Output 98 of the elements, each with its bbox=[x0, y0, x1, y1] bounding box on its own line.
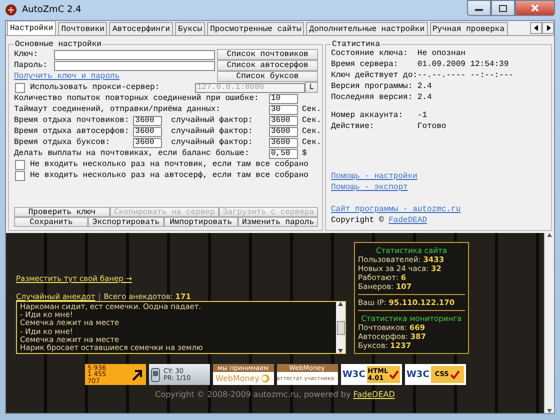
scrollbar[interactable] bbox=[336, 302, 345, 353]
list-button[interactable]: Список автосерфов bbox=[217, 60, 318, 71]
author-link[interactable]: FadeDEAD bbox=[353, 390, 395, 399]
scroll-up-icon bbox=[547, 233, 552, 237]
copyright-text: Copyright © 2008-2009 autozmc.ru, powered by FadeDEAD bbox=[154, 390, 396, 399]
random-factor-field[interactable]: 3600 bbox=[269, 116, 298, 126]
close-button[interactable] bbox=[515, 0, 555, 16]
rest-time-field[interactable]: 3600 bbox=[133, 138, 162, 148]
checkbox-label: Не входить несколько раз на почтовик, если там все собрано bbox=[30, 160, 308, 169]
random-factor-field[interactable]: 3600 bbox=[269, 138, 298, 148]
check-icon bbox=[389, 370, 400, 379]
copyright-text: Copyright © FadeDEAD bbox=[331, 216, 428, 227]
author-link[interactable]: FadeDEAD bbox=[388, 216, 428, 225]
stat-label: Состояние ключа: bbox=[331, 49, 409, 60]
rest-time-field[interactable]: 3600 bbox=[133, 116, 162, 126]
site-link[interactable]: Сайт программы - autozmc.ru bbox=[331, 205, 461, 216]
arrow-icon bbox=[130, 368, 142, 380]
unit-label: Сек. bbox=[302, 127, 318, 136]
scroll-thumb[interactable] bbox=[336, 320, 344, 334]
rest-time-field[interactable]: 3600 bbox=[133, 126, 162, 136]
stat-label: Ключ действует до: bbox=[331, 71, 418, 82]
stat-value: 2.4 bbox=[417, 93, 432, 104]
list-button[interactable]: Список буксов bbox=[217, 71, 318, 82]
field-label: случайный фактор: bbox=[171, 138, 254, 147]
unit-label: Сек. bbox=[302, 116, 318, 125]
field-label: случайный фактор: bbox=[171, 116, 254, 125]
payout-field[interactable]: 0,50 bbox=[269, 148, 298, 158]
action-button[interactable]: Импортировать bbox=[164, 217, 238, 227]
field-label: Время отдыха почтовиков: bbox=[14, 116, 130, 125]
field-label: Ключ: bbox=[14, 50, 40, 59]
field-label: Количество попыток повторных соединений при ошибке: bbox=[14, 94, 259, 103]
field-label: Делать выплаты на почтовиках, если баланс больше: bbox=[14, 149, 250, 158]
action-button[interactable]: Изменить пароль bbox=[238, 217, 318, 227]
proxy-button[interactable]: L bbox=[305, 82, 318, 93]
unit-label: Сек. bbox=[302, 105, 318, 114]
stat-value: Готово bbox=[417, 122, 446, 133]
retries-field[interactable]: 10 bbox=[269, 94, 298, 104]
device-icon bbox=[150, 368, 160, 382]
badge-text: W3C bbox=[406, 370, 430, 380]
checkbox-label: Не входить несколько раз на автосерф, если там все собрано bbox=[30, 171, 308, 180]
checkbox[interactable] bbox=[15, 160, 25, 170]
random-factor-field[interactable]: 3600 bbox=[269, 126, 298, 136]
key-field[interactable] bbox=[54, 50, 215, 60]
badge-text: W3C bbox=[342, 370, 366, 380]
scroll-down-icon bbox=[547, 409, 552, 413]
stat-value: Не опознан bbox=[417, 49, 466, 60]
field-label: случайный фактор: bbox=[171, 127, 254, 136]
maximize-button[interactable] bbox=[491, 0, 515, 16]
stat-label: Действие: bbox=[331, 122, 376, 133]
scroll-down-icon bbox=[338, 349, 343, 353]
timeout-field[interactable]: 30 bbox=[269, 104, 298, 114]
unit-label: Сек. bbox=[302, 138, 318, 147]
field-label: Таймаут соединений, отправки/приёма данных: bbox=[14, 105, 220, 114]
group-title: Статистика bbox=[331, 40, 382, 49]
stat-value: 2.4 bbox=[417, 82, 432, 93]
window-title: AutoZmC 2.4 bbox=[22, 5, 82, 15]
list-button[interactable]: Список почтовиков bbox=[217, 49, 318, 60]
tab[interactable]: Ручная проверка bbox=[430, 22, 508, 35]
help-link[interactable]: Помощь - экспорт bbox=[331, 183, 408, 194]
check-icon bbox=[450, 370, 460, 379]
stat-label: Последняя версия: bbox=[331, 93, 414, 104]
unit-label: $ bbox=[302, 149, 308, 158]
maximize-icon bbox=[499, 4, 507, 12]
caret-right-icon bbox=[546, 25, 550, 31]
tab[interactable]: Буксы bbox=[175, 22, 206, 35]
field-label: Время отдыха автосерфов: bbox=[14, 127, 130, 136]
checkbox[interactable] bbox=[15, 82, 25, 92]
help-link[interactable]: Помощь - настройки bbox=[331, 172, 418, 183]
tab[interactable]: Автосерфинги bbox=[109, 22, 174, 35]
tab[interactable]: Настройки bbox=[7, 21, 56, 35]
action-button[interactable]: Экспортировать bbox=[88, 217, 164, 227]
tab-scroll-left-button[interactable] bbox=[530, 22, 542, 34]
scroll-up-icon bbox=[338, 302, 343, 306]
stat-value: --.--.---- --:--:--- bbox=[417, 71, 514, 82]
field-label: Время отдыха буксов: bbox=[14, 138, 112, 147]
close-icon bbox=[531, 4, 539, 12]
badge-text: WebMoney bbox=[216, 374, 260, 383]
group-title: Основные настройки bbox=[14, 40, 102, 49]
stat-label: Время сервера: bbox=[331, 60, 400, 71]
tab[interactable]: Почтовики bbox=[58, 22, 108, 35]
tab[interactable]: Просмотренные сайты bbox=[207, 22, 304, 35]
stat-label: Номер аккаунта: bbox=[331, 111, 404, 122]
get-key-link[interactable]: Получить ключ и пароль bbox=[14, 72, 213, 81]
password-field[interactable] bbox=[54, 60, 215, 70]
field-label: Пароль: bbox=[14, 61, 49, 70]
field-label: Использовать прокси-сервер: bbox=[30, 83, 160, 92]
action-button[interactable]: Сохранить bbox=[14, 217, 88, 227]
scrollbar[interactable] bbox=[544, 233, 554, 413]
action-button[interactable]: Проверить ключ bbox=[14, 207, 110, 217]
stat-label: Версия программы: bbox=[331, 82, 414, 93]
minimize-button[interactable] bbox=[467, 0, 491, 16]
app-icon bbox=[5, 4, 17, 16]
stat-value: 01.09.2009 12:54:39 bbox=[417, 60, 509, 71]
tab[interactable]: Дополнительные настройки bbox=[306, 22, 428, 35]
caret-left-icon bbox=[534, 25, 538, 31]
checkbox[interactable] bbox=[15, 170, 25, 180]
stat-value: -1 bbox=[417, 111, 428, 122]
tab-scroll-right-button[interactable] bbox=[542, 22, 554, 34]
